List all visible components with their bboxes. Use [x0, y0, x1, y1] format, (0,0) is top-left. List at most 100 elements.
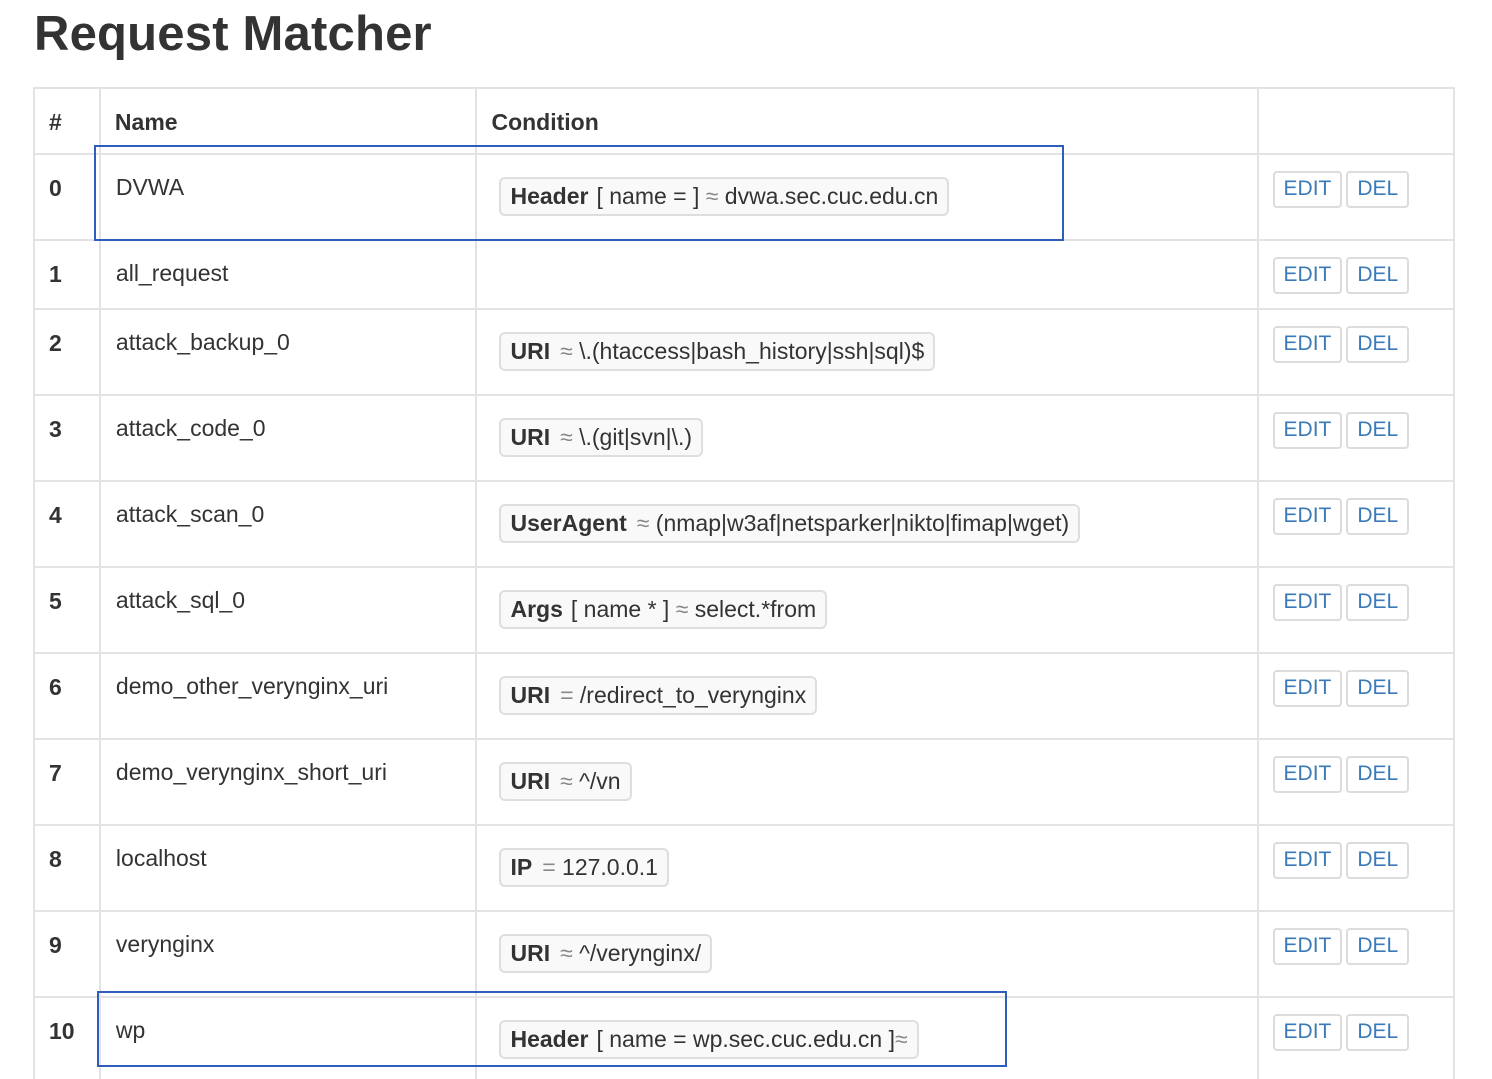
row-index: 9 — [33, 910, 101, 998]
condition-cell: Header [ name = ] ≈ dvwa.sec.cuc.edu.cn — [475, 153, 1259, 241]
condition-value: ^/vn — [579, 768, 621, 794]
condition-tag: IP = 127.0.0.1 — [499, 848, 669, 887]
delete-button[interactable]: DEL — [1346, 756, 1410, 793]
actions-cell: EDIT DEL — [1256, 910, 1456, 998]
matcher-name: attack_backup_0 — [98, 308, 478, 396]
condition-operator: ≈ — [560, 338, 573, 364]
matcher-name: attack_scan_0 — [98, 480, 478, 568]
row-index: 3 — [33, 394, 101, 482]
matcher-name: attack_sql_0 — [98, 566, 478, 654]
condition-value: (nmap|w3af|netsparker|nikto|fimap|wget) — [655, 510, 1070, 536]
row-index: 2 — [33, 308, 101, 396]
matcher-name: demo_other_verynginx_uri — [98, 652, 478, 740]
row-index: 5 — [33, 566, 101, 654]
table-row: 9 verynginx URI ≈ ^/verynginx/ EDIT DEL — [33, 910, 1456, 998]
column-header-actions — [1256, 87, 1456, 155]
table-row: 5 attack_sql_0 Args [ name * ] ≈ select.*… — [33, 566, 1456, 654]
edit-button[interactable]: EDIT — [1272, 326, 1343, 363]
actions-cell: EDIT DEL — [1256, 153, 1456, 241]
condition-cell: IP = 127.0.0.1 — [475, 824, 1259, 912]
condition-key: URI — [510, 424, 551, 450]
condition-tag: URI ≈ ^/verynginx/ — [499, 934, 713, 973]
edit-button[interactable]: EDIT — [1272, 670, 1343, 707]
delete-button[interactable]: DEL — [1346, 257, 1410, 294]
matcher-name: demo_verynginx_short_uri — [98, 738, 478, 826]
condition-value: dvwa.sec.cuc.edu.cn — [724, 183, 939, 209]
condition-value: \.(git|svn|\.) — [579, 424, 693, 450]
condition-operator: ≈ — [675, 596, 689, 622]
actions-cell: EDIT DEL — [1256, 738, 1456, 826]
condition-key: IP — [510, 854, 533, 880]
matcher-name: wp — [98, 996, 478, 1079]
delete-button[interactable]: DEL — [1346, 412, 1410, 449]
condition-value: \.(htaccess|bash_history|ssh|sql)$ — [579, 338, 925, 364]
table-row: 1 all_request EDIT DEL — [33, 239, 1456, 310]
condition-cell — [475, 239, 1259, 310]
edit-button[interactable]: EDIT — [1272, 498, 1343, 535]
delete-button[interactable]: DEL — [1346, 171, 1410, 208]
edit-button[interactable]: EDIT — [1272, 842, 1343, 879]
condition-operator: ≈ — [560, 940, 573, 966]
table-row: 4 attack_scan_0 UserAgent ≈ (nmap|w3af|ne… — [33, 480, 1456, 568]
condition-tag: URI ≈ \.(htaccess|bash_history|ssh|sql)$ — [499, 332, 936, 371]
actions-cell: EDIT DEL — [1256, 480, 1456, 568]
table-header-row: # Name Condition — [33, 87, 1456, 155]
row-index: 6 — [33, 652, 101, 740]
condition-tag: UserAgent ≈ (nmap|w3af|netsparker|nikto|f… — [499, 504, 1081, 543]
condition-option: [ name * ] — [570, 596, 670, 622]
delete-button[interactable]: DEL — [1346, 584, 1410, 621]
condition-value: /redirect_to_verynginx — [579, 682, 807, 708]
condition-value: ^/verynginx/ — [579, 940, 702, 966]
table-row: 3 attack_code_0 URI ≈ \.(git|svn|\.) EDIT… — [33, 394, 1456, 482]
matcher-name: attack_code_0 — [98, 394, 478, 482]
edit-button[interactable]: EDIT — [1272, 412, 1343, 449]
condition-operator: ≈ — [705, 183, 719, 209]
edit-button[interactable]: EDIT — [1272, 1014, 1343, 1051]
actions-cell: EDIT DEL — [1256, 996, 1456, 1079]
actions-cell: EDIT DEL — [1256, 566, 1456, 654]
column-header-name: Name — [98, 87, 478, 155]
condition-option: [ name = ] — [596, 183, 700, 209]
condition-operator: ≈ — [894, 1026, 908, 1052]
delete-button[interactable]: DEL — [1346, 928, 1410, 965]
condition-value: select.*from — [694, 596, 817, 622]
actions-cell: EDIT DEL — [1256, 239, 1456, 310]
table-row: 10 wp Header [ name = wp.sec.cuc.edu.cn ]… — [33, 996, 1456, 1079]
condition-tag: Args [ name * ] ≈ select.*from — [499, 590, 828, 629]
table-row: 7 demo_verynginx_short_uri URI ≈ ^/vn EDI… — [33, 738, 1456, 826]
condition-cell: UserAgent ≈ (nmap|w3af|netsparker|nikto|f… — [475, 480, 1259, 568]
delete-button[interactable]: DEL — [1346, 1014, 1410, 1051]
delete-button[interactable]: DEL — [1346, 670, 1410, 707]
edit-button[interactable]: EDIT — [1272, 928, 1343, 965]
row-index: 10 — [33, 996, 101, 1079]
condition-operator: ≈ — [560, 424, 573, 450]
edit-button[interactable]: EDIT — [1272, 257, 1343, 294]
condition-operator: = — [560, 682, 574, 708]
condition-key: Args — [510, 596, 563, 622]
matcher-name: all_request — [98, 239, 478, 310]
condition-cell: URI ≈ \.(git|svn|\.) — [475, 394, 1259, 482]
condition-tag: URI = /redirect_to_verynginx — [499, 676, 818, 715]
edit-button[interactable]: EDIT — [1272, 171, 1343, 208]
row-index: 8 — [33, 824, 101, 912]
condition-operator: = — [542, 854, 556, 880]
edit-button[interactable]: EDIT — [1272, 584, 1343, 621]
delete-button[interactable]: DEL — [1346, 842, 1410, 879]
condition-cell: URI ≈ \.(htaccess|bash_history|ssh|sql)$ — [475, 308, 1259, 396]
row-index: 7 — [33, 738, 101, 826]
delete-button[interactable]: DEL — [1346, 498, 1410, 535]
matcher-name: verynginx — [98, 910, 478, 998]
condition-key: Header — [510, 1026, 589, 1052]
actions-cell: EDIT DEL — [1256, 652, 1456, 740]
table-row: 8 localhost IP = 127.0.0.1 EDIT DEL — [33, 824, 1456, 912]
condition-option: [ name = wp.sec.cuc.edu.cn ] — [596, 1026, 895, 1052]
matcher-table: # Name Condition 0 DVWA Header [ name = ]… — [33, 87, 1456, 1079]
condition-tag: URI ≈ ^/vn — [499, 762, 632, 801]
condition-cell: URI ≈ ^/vn — [475, 738, 1259, 826]
matcher-name: localhost — [98, 824, 478, 912]
condition-key: URI — [510, 768, 551, 794]
condition-key: UserAgent — [510, 510, 627, 536]
edit-button[interactable]: EDIT — [1272, 756, 1343, 793]
delete-button[interactable]: DEL — [1346, 326, 1410, 363]
condition-cell: Header [ name = wp.sec.cuc.edu.cn ]≈ — [475, 996, 1259, 1079]
